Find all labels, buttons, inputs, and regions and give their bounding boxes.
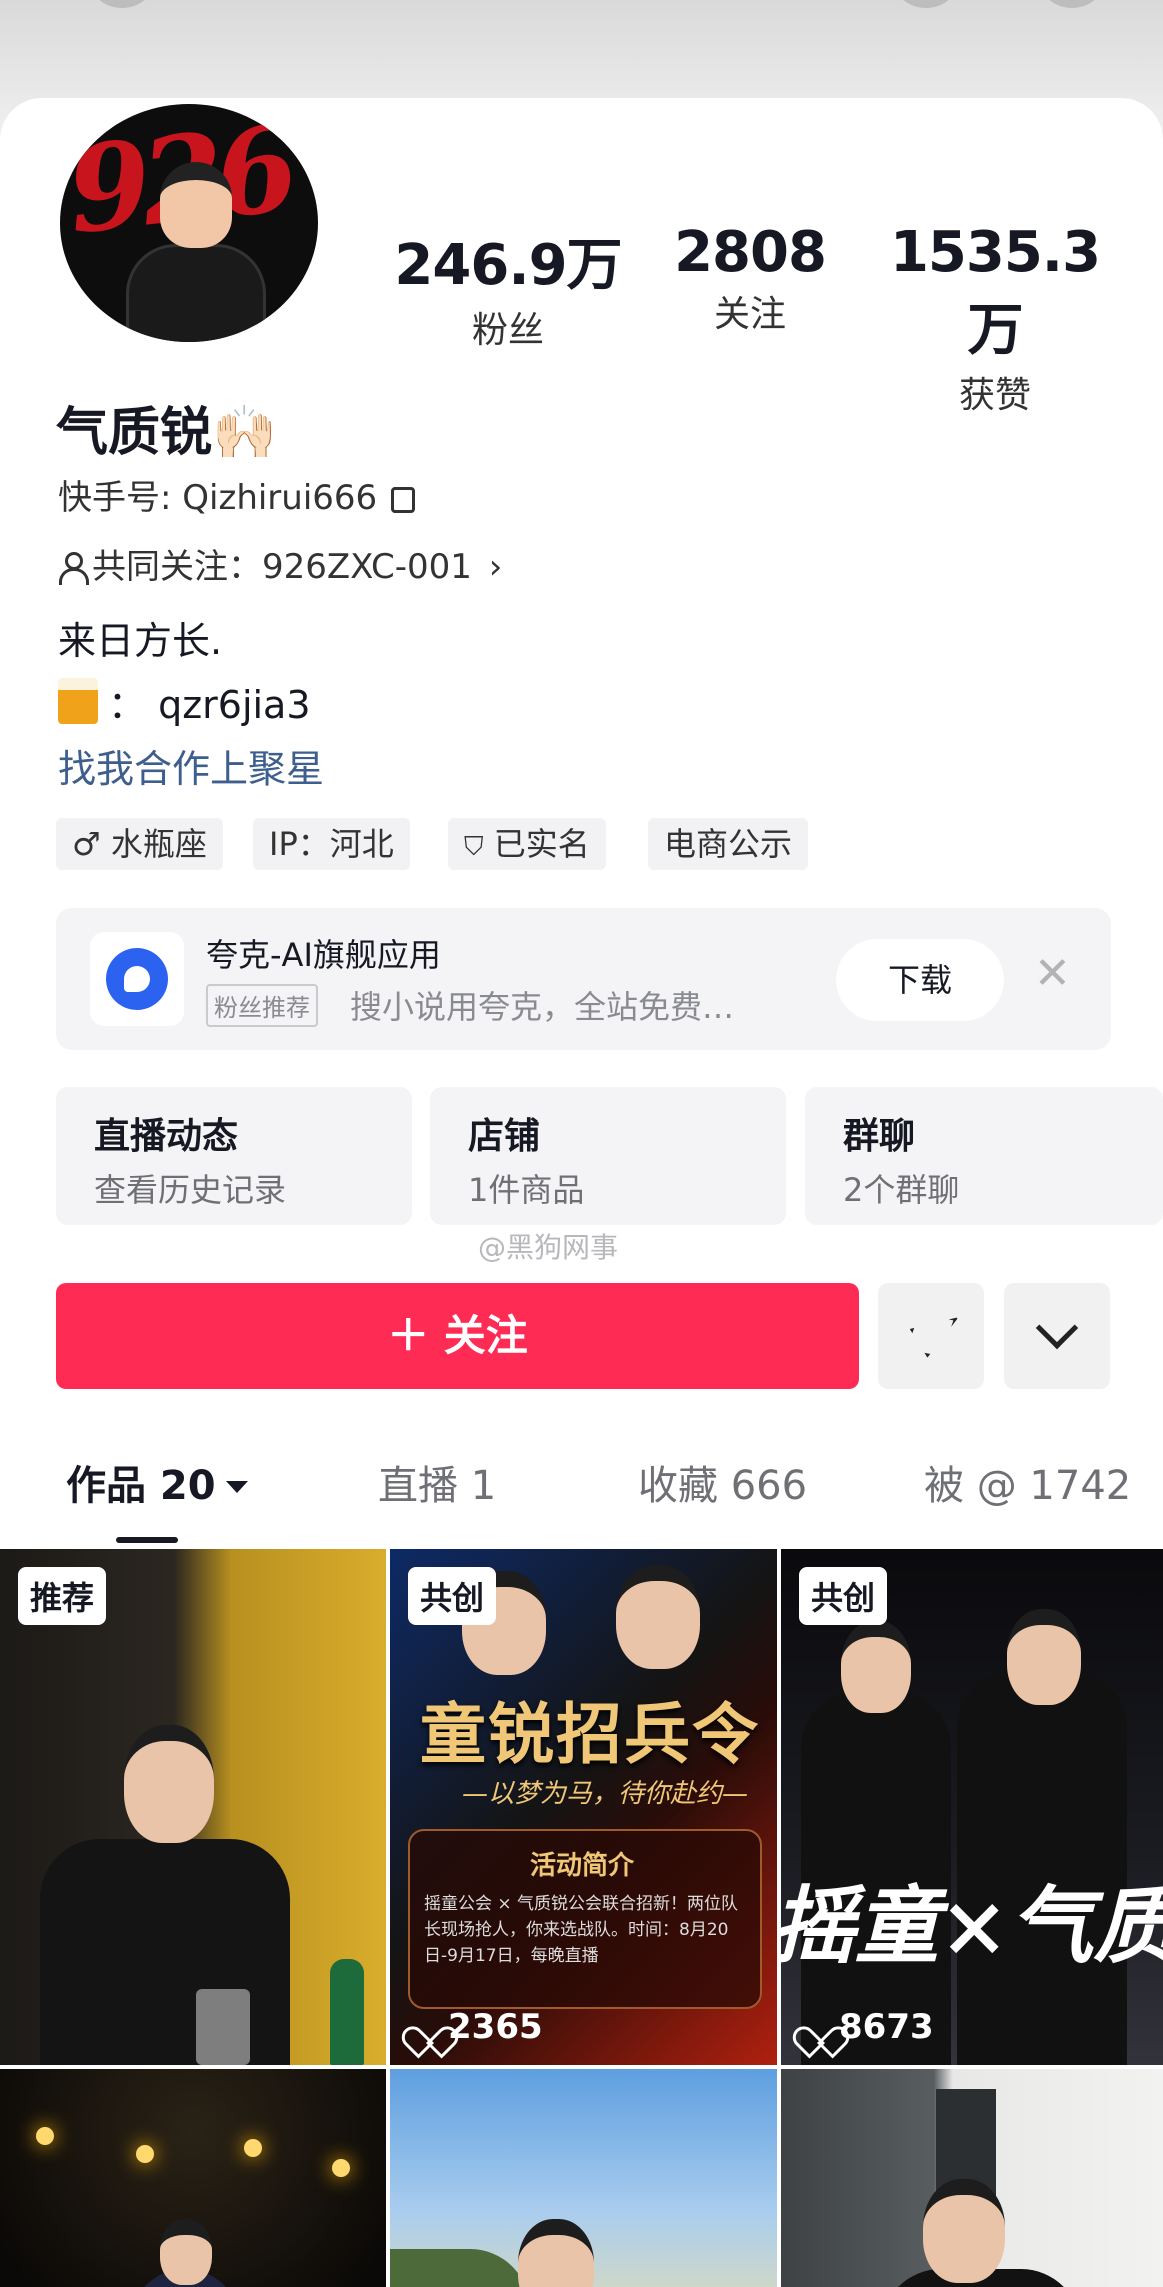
work-tile[interactable]: 童锐招兵令 —以梦为马，待你赴约— 活动简介 摇童公会 × 气质锐公会联合招新！… [390,1549,777,2065]
feature-shop[interactable]: 店铺 1件商品 [430,1087,786,1225]
ad-title: 夸克-AI旗舰应用 [206,936,441,974]
heart-icon [412,2013,442,2041]
tile-face [518,2219,594,2287]
stat-following[interactable]: 2808 关注 [630,220,870,337]
tile-badge: 共创 [408,1567,497,1625]
tile-glass [196,1989,250,2065]
kuaishou-id-text: 快手号: Qizhirui666 [58,478,378,518]
active-tab-indicator [116,1537,178,1543]
tile-face [1007,1609,1081,1705]
stat-fans[interactable]: 246.9万 粉丝 [388,220,628,353]
feature-subtitle: 1件商品 [468,1171,585,1209]
bio: 来日方长. [58,619,223,663]
more-button[interactable] [1004,1283,1110,1389]
chevron-down-icon [1035,1306,1079,1350]
heart-icon [803,2013,833,2041]
content-tabs: 作品 20 直播 1 收藏 666 被 @ 1742 [0,1453,1163,1543]
tile-likes: 2365 [412,2007,543,2047]
feature-subtitle: 2个群聊 [843,1171,960,1209]
feature-subtitle: 查看历史记录 [94,1171,287,1209]
kuaishou-id[interactable]: 快手号: Qizhirui666 [58,470,416,519]
work-tile[interactable]: 推荐 [0,1549,386,2065]
stat-value: 2808 [674,220,827,285]
contact-line: ： qzr6jia3 [58,672,311,729]
tile-face [616,1565,700,1669]
tile-overlay-text: 摇童×气质 [781,1876,1163,1975]
quark-app-icon [90,932,184,1026]
work-tile[interactable] [390,2069,777,2287]
tab-label: 作品 20 [66,1463,216,1509]
stage-light [136,2145,154,2163]
shield-icon: ⛉ [464,832,484,862]
profile-stats: 246.9万 粉丝 2808 关注 1535.3万 获赞 [0,220,1163,416]
work-tile[interactable] [0,2069,386,2287]
tag-ecommerce[interactable]: 电商公示 [648,818,809,870]
poster-box-title: 活动简介 [530,1851,635,1881]
work-tile[interactable] [781,2069,1163,2287]
send-icon [901,1310,958,1361]
tile-likes-count: 8673 [839,2007,934,2047]
feature-cards: 直播动态 查看历史记录 店铺 1件商品 群聊 2个群聊 [56,1087,1163,1225]
tile-face [841,1621,911,1713]
contact-text: ： qzr6jia3 [108,683,311,727]
ad-description: 搜小说用夸克，全站免费… [350,988,735,1026]
tab-favorites[interactable]: 收藏 666 [638,1453,807,1511]
tile-face [923,2179,1005,2283]
feature-group-chat[interactable]: 群聊 2个群聊 [805,1087,1163,1225]
ad-download-button[interactable]: 下载 [836,939,1004,1021]
copy-icon[interactable] [391,487,416,513]
stage-light [36,2127,54,2145]
stat-label: 粉丝 [471,310,544,351]
tag-verified[interactable]: ⛉ 已实名 [448,818,606,870]
tile-face [160,2219,212,2285]
follow-button[interactable]: ＋ 关注 [56,1283,859,1389]
tab-mentions[interactable]: 被 @ 1742 [924,1453,1131,1511]
poster-title: 童锐招兵令 [420,1695,760,1773]
tile-person [40,1839,290,2065]
tile-bottle [330,1959,364,2065]
tab-works[interactable]: 作品 20 [66,1453,248,1511]
poster-subtitle: —以梦为马，待你赴约— [462,1779,749,1809]
tile-likes: 8673 [803,2007,934,2047]
profile-card: 926 246.9万 粉丝 2808 关注 1535.3万 获赞 气质锐🙌🏻 快… [0,98,1163,2287]
mutual-follow[interactable]: 共同关注：926ZXC-001 › [58,539,502,588]
stage-light [332,2159,350,2177]
tile-hill [390,2249,530,2287]
tag-ip[interactable]: IP：河北 [253,818,410,870]
works-grid: 推荐 童锐招兵令 —以梦为马，待你赴约— 活动简介 摇童公会 × 气质锐公会联合… [0,1549,1163,2287]
ad-badge: 粉丝推荐 [206,984,318,1027]
feature-title: 店铺 [468,1116,541,1157]
tag-verified-label: 已实名 [493,825,590,863]
tile-likes-count: 2365 [448,2007,543,2047]
mutual-follow-text: 共同关注：926ZXC-001 [92,547,472,587]
stat-label: 关注 [713,294,786,335]
cooperation-link[interactable]: 找我合作上聚星 [58,738,324,793]
watermark: @黑狗网事 [478,1231,619,1264]
share-button[interactable] [878,1283,984,1389]
tab-live[interactable]: 直播 1 [378,1453,496,1511]
tag-zodiac[interactable]: ♂ 水瓶座 [56,818,223,870]
person-icon [58,552,89,585]
tile-face [124,1725,214,1843]
feature-title: 群聊 [843,1116,916,1157]
poster-info-box: 活动简介 摇童公会 × 气质锐公会联合招新！两位队长现场抢人，你来选战队。时间：… [408,1829,762,2009]
feature-title: 直播动态 [94,1116,239,1157]
caret-down-icon [225,1481,248,1493]
stat-label: 获赞 [958,375,1031,416]
poster-box-text: 摇童公会 × 气质锐公会联合招新！两位队长现场抢人，你来选战队。时间：8月20日… [424,1894,739,1966]
work-tile[interactable]: 摇童×气质 共创 8673 [781,1549,1163,2065]
ad-banner[interactable]: 夸克-AI旗舰应用 粉丝推荐 搜小说用夸克，全站免费… 下载 ✕ [56,908,1111,1050]
close-icon[interactable]: ✕ [1034,948,1071,999]
stage-light [244,2139,262,2157]
feature-live-history[interactable]: 直播动态 查看历史记录 [56,1087,412,1225]
tile-badge: 推荐 [18,1567,107,1625]
tile-badge: 共创 [799,1567,888,1625]
beer-icon [58,678,98,724]
chevron-right-icon: › [488,547,503,587]
stat-likes[interactable]: 1535.3万 获赞 [870,220,1120,418]
stat-value: 246.9万 [394,233,622,298]
stat-value: 1535.3万 [889,220,1101,363]
profile-name: 气质锐🙌🏻 [56,403,277,463]
